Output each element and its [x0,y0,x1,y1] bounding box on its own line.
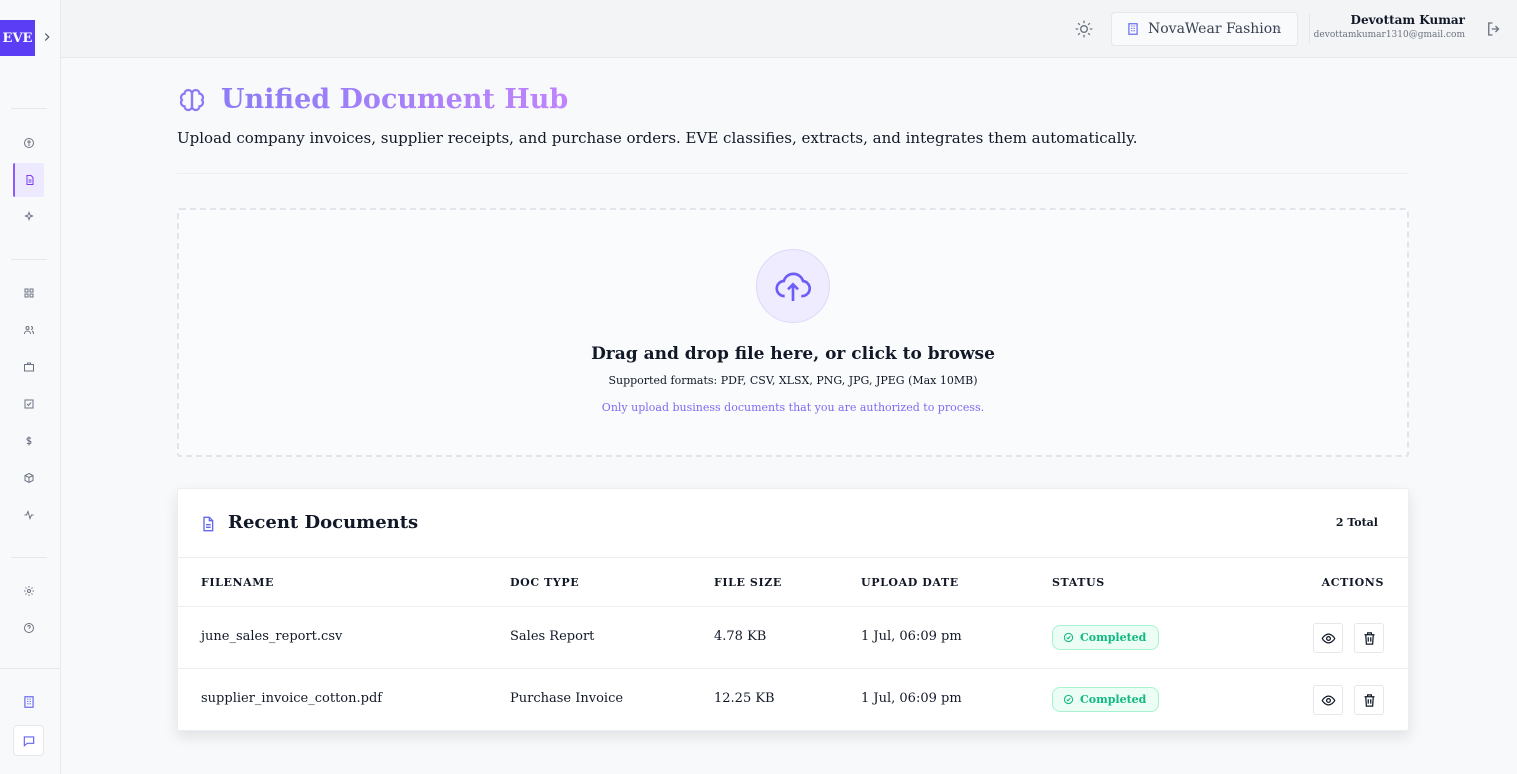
building-icon [23,695,34,708]
gear-icon [24,586,34,596]
page-title: Unified Document Hub [221,84,569,115]
dropzone-title: Drag and drop file here, or click to bro… [591,344,995,364]
file-text-icon [203,516,214,532]
sidebar-divider [11,557,47,558]
delete-button[interactable] [1354,623,1384,653]
sidebar-divider [11,108,47,109]
card-header: Recent Documents 2 Total [178,489,1408,558]
top-header: NovaWear Fashion Devottam Kumar devottam… [61,0,1517,58]
brain-icon [24,138,34,148]
cell-file-size: 12.25 KB [714,691,775,706]
sidebar-item-suppliers[interactable] [17,355,41,379]
activity-icon [24,510,34,520]
sidebar-item-tasks[interactable] [17,392,41,416]
eve-logo[interactable]: EVE [0,20,35,56]
chevron-right-icon[interactable] [40,28,54,46]
cell-upload-date: 1 Jul, 06:09 pm [861,691,962,706]
cell-file-size: 4.78 KB [714,629,767,644]
chat-icon [23,735,34,747]
check-circle-icon [1063,632,1074,643]
sun-icon[interactable] [1074,19,1094,39]
sidebar-item-finance[interactable] [17,429,41,453]
column-header-file-size[interactable]: FILE SIZE [714,576,782,589]
sidebar-divider [0,668,61,669]
sidebar-item-settings[interactable] [17,579,41,603]
cloud-upload-icon [775,272,812,301]
sidebar: EVE [0,0,61,774]
cell-doc-type: Purchase Invoice [510,691,624,706]
view-button[interactable] [1313,623,1343,653]
cell-doc-type: Sales Report [510,629,595,644]
sidebar-item-chat[interactable] [13,725,44,756]
dropzone-formats: Supported formats: PDF, CSV, XLSX, PNG, … [608,374,978,387]
user-name: Devottam Kumar [1350,13,1465,27]
file-dropzone[interactable]: Drag and drop file here, or click to bro… [177,208,1409,457]
cell-filename: june_sales_report.csv [201,629,343,644]
cell-upload-date: 1 Jul, 06:09 pm [861,629,962,644]
building-icon [1128,23,1138,35]
dropzone-note: Only upload business documents that you … [601,401,985,414]
status-text: Completed [1080,631,1147,644]
status-badge: Completed [1052,687,1160,712]
content-divider [177,173,1408,174]
briefcase-icon [24,362,34,372]
page-heading: Unified Document Hub [177,84,568,115]
sparkles-icon [24,211,34,221]
table-header: FILENAME DOC TYPE FILE SIZE UPLOAD DATE … [178,558,1408,607]
sidebar-item-documents[interactable] [13,163,44,197]
sidebar-item-help[interactable] [17,616,41,640]
page-subtitle: Upload company invoices, supplier receip… [177,129,1138,147]
upload-button[interactable] [756,249,830,323]
column-header-filename[interactable]: FILENAME [201,576,274,589]
status-text: Completed [1080,693,1147,706]
package-icon [24,472,34,484]
check-circle-icon [1063,694,1074,705]
organization-select[interactable]: NovaWear Fashion [1111,12,1298,46]
cell-filename: supplier_invoice_cotton.pdf [201,691,383,706]
organization-name: NovaWear Fashion [1148,21,1282,37]
dollar-icon [26,436,32,446]
card-title: Recent Documents [228,512,419,533]
delete-button[interactable] [1354,685,1384,715]
sidebar-item-inventory[interactable] [17,466,41,490]
help-circle-icon [24,623,34,633]
grid-icon [24,288,34,298]
eye-icon [1321,694,1335,706]
sidebar-item-company[interactable] [13,686,44,717]
sidebar-item-activity[interactable] [17,503,41,527]
brain-icon [179,88,205,111]
users-icon [24,326,34,335]
status-badge: Completed [1052,625,1160,650]
sidebar-divider [11,259,47,260]
column-header-actions: ACTIONS [1321,576,1384,589]
eye-icon [1321,632,1335,644]
total-count: 2 Total [1335,516,1378,529]
sidebar-item-users[interactable] [17,318,41,342]
trash-icon [1364,631,1374,645]
logout-icon[interactable] [1485,20,1503,38]
column-header-doc-type[interactable]: DOC TYPE [510,576,579,589]
view-button[interactable] [1313,685,1343,715]
user-email: devottamkumar1310@gmail.com [1313,30,1465,40]
check-square-icon [24,399,34,409]
trash-icon [1364,693,1374,707]
chevron-down-icon [1275,27,1281,31]
table-row[interactable]: supplier_invoice_cotton.pdf Purchase Inv… [178,669,1408,731]
header-divider [1309,14,1310,44]
sidebar-item-insights[interactable] [17,205,41,229]
column-header-upload-date[interactable]: UPLOAD DATE [861,576,959,589]
recent-documents-card: Recent Documents 2 Total FILENAME DOC TY… [177,488,1409,731]
table-row[interactable]: june_sales_report.csv Sales Report 4.78 … [178,607,1408,669]
column-header-status[interactable]: STATUS [1052,576,1105,589]
sidebar-item-ai[interactable] [17,131,41,155]
sidebar-item-dashboard[interactable] [17,281,41,305]
document-icon [26,175,33,185]
